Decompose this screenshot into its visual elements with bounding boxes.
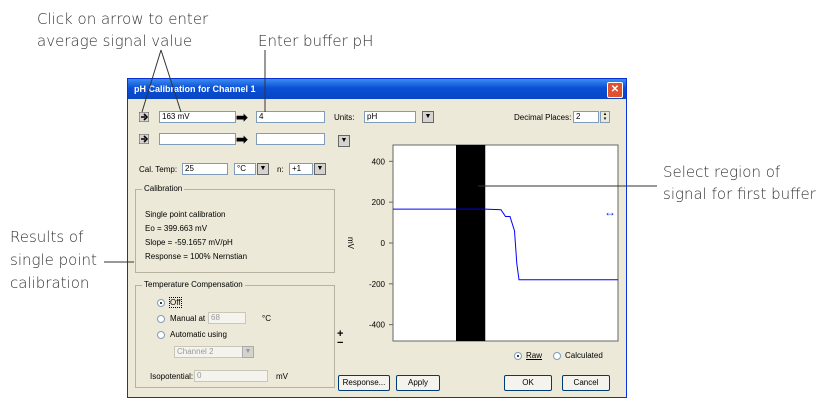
y-tick-label: 0 bbox=[381, 239, 386, 248]
temp-unit-select[interactable]: °C bbox=[234, 163, 256, 175]
annotation-select-region-line2: signal for first buffer bbox=[663, 185, 816, 203]
temp-unit-dropdown-arrow[interactable]: ▼ bbox=[257, 163, 269, 175]
y-tick-label: 200 bbox=[372, 198, 386, 207]
annotation-results-line1: Results of bbox=[10, 228, 84, 246]
y-tick-label: 400 bbox=[372, 157, 386, 166]
calibration-group-title: Calibration bbox=[142, 184, 185, 193]
decimal-places-field[interactable]: 2 bbox=[573, 111, 599, 123]
close-button[interactable]: ✕ bbox=[607, 82, 623, 98]
units-label: Units: bbox=[334, 113, 355, 122]
automatic-label: Automatic using bbox=[170, 330, 227, 339]
manual-unit: °C bbox=[262, 314, 271, 323]
isopotential-label: Isopotential: bbox=[150, 372, 194, 381]
calibration-line-1: Single point calibration bbox=[145, 210, 226, 219]
cal-temp-label: Cal. Temp: bbox=[139, 165, 178, 174]
n-select[interactable]: +1 bbox=[289, 163, 313, 175]
annotation-click-arrow-line1: Click on arrow to enter bbox=[37, 10, 209, 28]
calibration-response: Response = 100% Nernstian bbox=[145, 252, 248, 261]
raw-radio[interactable] bbox=[514, 352, 522, 360]
apply-button[interactable]: Apply bbox=[396, 375, 440, 391]
y-tick-label: -400 bbox=[369, 321, 386, 330]
ok-button[interactable]: OK bbox=[504, 375, 552, 391]
arrow-icon-2: ➡ bbox=[236, 131, 248, 147]
temp-compensation-group: Temperature Compensation Off Manual at 6… bbox=[135, 280, 335, 388]
signal-chart[interactable]: 400 200 0 -200 -400 mV bbox=[333, 141, 623, 347]
cal-temp-field[interactable]: 25 bbox=[182, 163, 228, 175]
enter-signal-arrow-button-1[interactable] bbox=[138, 111, 150, 123]
annotation-enter-ph: Enter buffer pH bbox=[258, 32, 374, 50]
units-select[interactable]: pH bbox=[364, 111, 416, 123]
decimal-places-label: Decimal Places: bbox=[514, 113, 572, 122]
buffer-ph-field-1[interactable]: 4 bbox=[256, 111, 325, 123]
annotation-results-line3: calibration bbox=[10, 274, 90, 292]
annotation-results-line2: single point bbox=[10, 251, 97, 269]
off-label: Off bbox=[169, 297, 182, 308]
plot-area bbox=[392, 144, 619, 342]
y-tick-label: -200 bbox=[369, 280, 386, 289]
arrow-right-icon bbox=[138, 133, 150, 145]
isopotential-unit: mV bbox=[276, 372, 288, 381]
n-dropdown-arrow[interactable]: ▼ bbox=[314, 163, 326, 175]
move-icon[interactable]: ↔ bbox=[604, 205, 616, 219]
decimal-places-spinner[interactable]: ▴ ▾ bbox=[600, 111, 610, 123]
manual-temp-field[interactable]: 68 bbox=[208, 312, 246, 324]
annotation-select-region-line1: Select region of bbox=[663, 163, 781, 181]
calculated-radio[interactable] bbox=[553, 352, 561, 360]
calculated-label: Calculated bbox=[565, 351, 603, 360]
ph-calibration-dialog: pH Calibration for Channel 1 ✕ 163 mV ➡ … bbox=[127, 78, 627, 398]
cancel-button[interactable]: Cancel bbox=[562, 375, 610, 391]
title-bar: pH Calibration for Channel 1 ✕ bbox=[128, 79, 626, 99]
arrow-right-icon bbox=[138, 111, 150, 123]
arrow-icon-1: ➡ bbox=[236, 109, 248, 125]
n-label: n: bbox=[277, 165, 284, 174]
selection-region bbox=[456, 145, 486, 341]
calibration-eo: Eo = 399.663 mV bbox=[145, 224, 208, 233]
response-button[interactable]: Response... bbox=[338, 375, 390, 391]
calibration-group: Calibration Single point calibration Eo … bbox=[135, 184, 335, 273]
units-dropdown-arrow[interactable]: ▼ bbox=[422, 111, 434, 123]
manual-label: Manual at bbox=[170, 314, 206, 323]
manual-radio[interactable] bbox=[157, 315, 165, 323]
signal-value-field-2[interactable] bbox=[159, 133, 236, 145]
channel-dropdown-arrow[interactable]: ▼ bbox=[242, 346, 254, 358]
enter-signal-arrow-button-2[interactable] bbox=[138, 133, 150, 145]
temp-compensation-title: Temperature Compensation bbox=[142, 280, 245, 289]
signal-value-field-1[interactable]: 163 mV bbox=[159, 111, 236, 123]
automatic-radio[interactable] bbox=[157, 331, 165, 339]
dialog-title: pH Calibration for Channel 1 bbox=[134, 84, 256, 94]
annotation-click-arrow-line2: average signal value bbox=[37, 32, 193, 50]
y-axis-label: mV bbox=[346, 237, 355, 250]
off-radio[interactable] bbox=[157, 299, 165, 307]
isopotential-field[interactable]: 0 bbox=[194, 370, 268, 382]
buffer-ph-field-2[interactable] bbox=[256, 133, 325, 145]
raw-label: Raw bbox=[526, 351, 543, 360]
calibration-slope: Slope = -59.1657 mV/pH bbox=[145, 238, 233, 247]
